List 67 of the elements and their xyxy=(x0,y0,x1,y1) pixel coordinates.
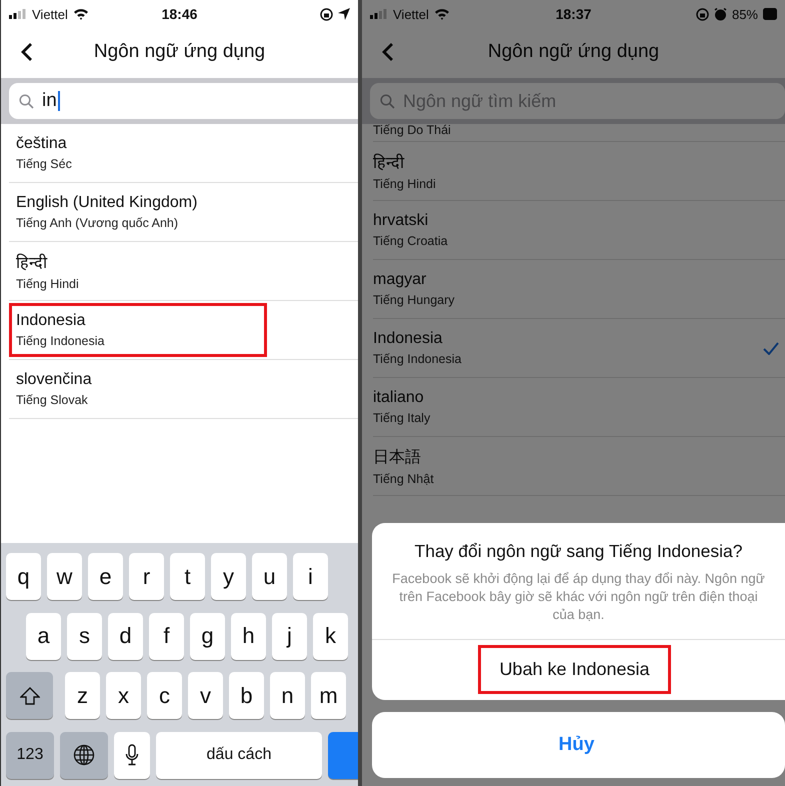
letter-key[interactable]: i xyxy=(293,553,328,600)
letter-key[interactable]: q xyxy=(6,553,41,600)
letter-key[interactable]: h xyxy=(231,612,266,660)
status-time: 18:46 xyxy=(162,6,198,22)
letter-key[interactable]: d xyxy=(108,612,143,660)
letter-key[interactable]: u xyxy=(252,553,287,600)
status-time: 18:37 xyxy=(556,6,592,22)
language-item[interactable]: हिन्दी Tiếng Hindi xyxy=(9,244,267,298)
letter-key[interactable]: y xyxy=(211,553,246,600)
language-item[interactable]: hrvatski Tiếng Croatia xyxy=(373,201,785,260)
screen-title: Ngôn ngữ ứng dụng xyxy=(488,41,660,63)
wifi-icon xyxy=(72,8,89,20)
language-item[interactable]: English (United Kingdom) Tiếng Anh (Vương quốc Anh) xyxy=(9,185,267,239)
battery-percent: 85% xyxy=(732,6,758,22)
letter-key[interactable]: g xyxy=(190,612,225,660)
search-icon xyxy=(380,94,395,108)
battery-icon xyxy=(763,8,777,20)
letter-key[interactable]: n xyxy=(270,672,305,719)
letter-key[interactable]: m xyxy=(311,672,346,719)
dialog-message: Facebook sẽ khởi động lại để áp dụng thay đổi này. Ngôn ngữ trên Facebook bây giờ sẽ khác với ngôn ngữ trên điện thoại của bạn. xyxy=(391,570,766,624)
shift-icon xyxy=(20,686,40,704)
language-item[interactable]: čeština Tiếng Séc xyxy=(9,126,267,180)
letter-key[interactable]: z xyxy=(65,672,100,719)
letter-key[interactable]: x xyxy=(106,672,141,719)
screen-title: Ngôn ngữ ứng dụng xyxy=(94,41,266,63)
shift-key[interactable] xyxy=(6,672,53,719)
letter-key[interactable]: k xyxy=(313,612,348,660)
signal-icon xyxy=(370,9,388,19)
letter-key[interactable]: f xyxy=(149,612,184,660)
language-item[interactable]: magyar Tiếng Hungary xyxy=(373,260,785,319)
dialog-title: Thay đổi ngôn ngữ sang Tiếng Indonesia? xyxy=(414,541,744,562)
carrier-name: Viettel xyxy=(393,6,429,22)
language-item[interactable]: Indonesia Tiếng Indonesia xyxy=(9,303,267,357)
letter-key[interactable]: c xyxy=(147,672,182,719)
language-item[interactable]: slovenčina Tiếng Slovak xyxy=(9,362,267,416)
search-field[interactable]: in xyxy=(9,83,358,119)
language-item[interactable]: हिन्दी Tiếng Hindi xyxy=(373,142,785,201)
letter-key[interactable]: e xyxy=(88,553,123,600)
letter-key[interactable]: b xyxy=(229,672,264,719)
signal-icon xyxy=(9,9,27,19)
cancel-button[interactable]: Hủy xyxy=(372,712,785,778)
globe-key[interactable] xyxy=(60,732,108,778)
letter-key[interactable]: v xyxy=(188,672,223,719)
letter-key[interactable]: s xyxy=(67,612,102,660)
language-item[interactable]: 日本語 Tiếng Nhật xyxy=(373,437,785,496)
rotation-lock-icon xyxy=(320,8,333,20)
letter-key[interactable]: a xyxy=(26,612,61,660)
letter-key[interactable]: j xyxy=(272,612,307,660)
microphone-key[interactable] xyxy=(114,732,150,778)
language-item[interactable]: Tiếng Do Thái xyxy=(373,114,785,142)
wifi-icon xyxy=(434,8,450,20)
carrier-name: Viettel xyxy=(32,6,68,22)
location-arrow-icon xyxy=(338,8,350,20)
microphone-icon xyxy=(125,744,139,766)
search-icon xyxy=(19,94,34,108)
space-key[interactable]: dấu cách xyxy=(156,732,322,778)
letter-key[interactable]: w xyxy=(47,553,82,600)
back-icon[interactable] xyxy=(21,42,33,62)
numbers-key[interactable]: 123 xyxy=(6,732,54,778)
language-item[interactable]: Indonesia Tiếng Indonesia xyxy=(373,319,785,378)
language-item[interactable]: italiano Tiếng Italy xyxy=(373,378,785,437)
alarm-icon xyxy=(714,8,727,20)
confirm-button[interactable]: Ubah ke Indonesia xyxy=(478,645,671,694)
letter-key[interactable]: r xyxy=(129,553,164,600)
letter-key[interactable]: t xyxy=(170,553,205,600)
rotation-lock-icon xyxy=(696,8,709,20)
globe-icon xyxy=(73,744,95,766)
